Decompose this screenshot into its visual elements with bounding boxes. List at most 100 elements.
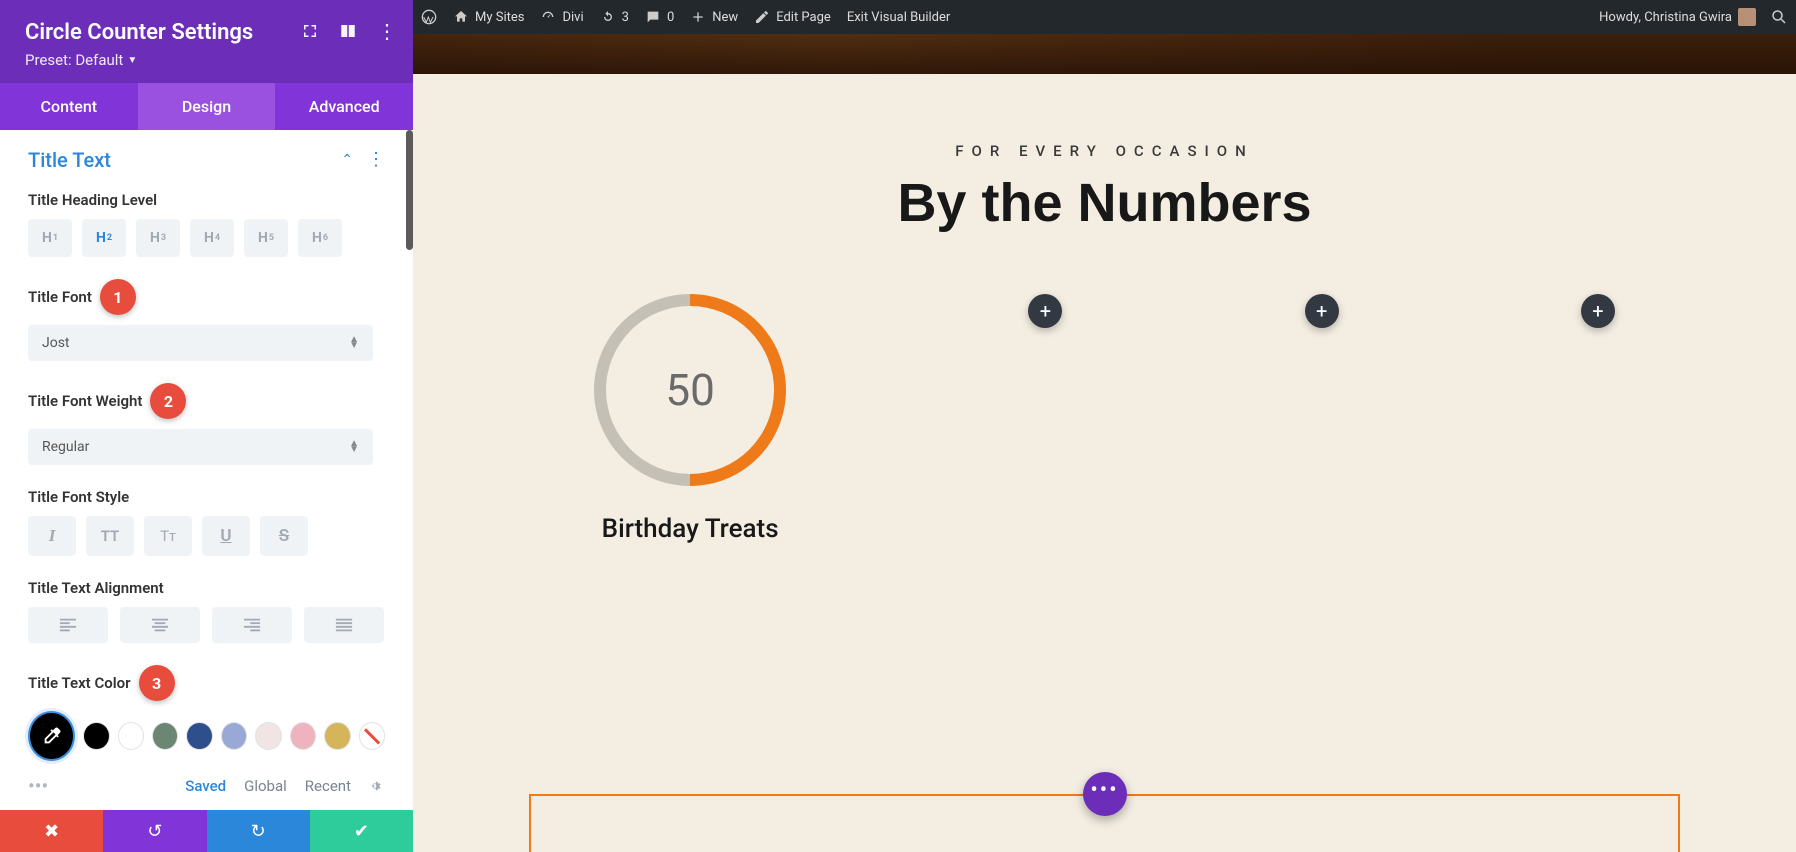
gear-icon[interactable] <box>369 778 385 794</box>
field-alignment: Title Text Alignment <box>28 578 385 643</box>
preset-row: ••• Saved Global Recent <box>0 766 413 810</box>
wp-admin-bar: My Sites Divi 3 0 New <box>413 0 1796 34</box>
section-header[interactable]: Title Text ⌃ ⋮ <box>28 148 385 172</box>
search-icon[interactable] <box>1770 8 1788 26</box>
circle-progress: 50 <box>594 294 786 486</box>
add-module-button[interactable]: + <box>1581 294 1615 328</box>
hero-strip <box>413 34 1796 74</box>
my-sites-link[interactable]: My Sites <box>453 9 524 25</box>
field-heading-level: Title Heading Level H1 H2 H3 H4 H5 H6 <box>28 190 385 257</box>
page-subhead: FOR EVERY OCCASION <box>413 142 1796 160</box>
swatch-3[interactable] <box>152 722 178 750</box>
swatch-8[interactable] <box>324 722 350 750</box>
annotation-3: 3 <box>139 665 175 701</box>
expand-icon[interactable] <box>301 22 319 40</box>
font-weight-select[interactable]: Regular ▲▼ <box>28 429 373 465</box>
field-font-style: Title Font Style I TT Tᴛ U S <box>28 487 385 556</box>
eyedropper-icon <box>41 725 63 747</box>
align-left[interactable] <box>28 607 108 643</box>
kebab-menu-icon[interactable]: ⋮ <box>377 22 397 40</box>
heading-h5[interactable]: H5 <box>244 219 288 257</box>
page-content: FOR EVERY OCCASION By the Numbers 50 Bir… <box>413 90 1796 852</box>
updates-link[interactable]: 3 <box>600 9 629 25</box>
tab-design[interactable]: Design <box>138 83 276 130</box>
align-right[interactable] <box>212 607 292 643</box>
heading-h6[interactable]: H6 <box>298 219 342 257</box>
panel-header: Circle Counter Settings Preset: Default … <box>0 0 413 83</box>
style-smallcaps[interactable]: Tᴛ <box>144 516 192 556</box>
wordpress-icon[interactable] <box>421 9 437 25</box>
swatch-4[interactable] <box>186 722 212 750</box>
preset-recent[interactable]: Recent <box>305 777 351 795</box>
swatch-none[interactable] <box>359 722 385 750</box>
align-center[interactable] <box>120 607 200 643</box>
label-font-style: Title Font Style <box>28 488 129 506</box>
select-arrows-icon: ▲▼ <box>349 337 359 349</box>
page-headline: By the Numbers <box>413 172 1796 234</box>
action-bar: ✖ ↺ ↻ ✔ <box>0 810 413 852</box>
tab-advanced[interactable]: Advanced <box>275 83 413 130</box>
home-icon <box>453 9 469 25</box>
font-weight-value: Regular <box>42 439 89 455</box>
divi-link[interactable]: Divi <box>540 9 583 25</box>
heading-h1[interactable]: H1 <box>28 219 72 257</box>
swatch-7[interactable] <box>290 722 316 750</box>
section-outline[interactable]: ••• <box>529 794 1680 852</box>
color-swatches <box>28 711 385 761</box>
heading-h2[interactable]: H2 <box>82 219 126 257</box>
exit-vb-link[interactable]: Exit Visual Builder <box>847 10 950 25</box>
counter-add-2: + <box>1028 294 1062 544</box>
heading-h3[interactable]: H3 <box>136 219 180 257</box>
preset-global[interactable]: Global <box>244 777 287 795</box>
scrollbar[interactable] <box>406 130 413 250</box>
collapse-icon[interactable]: ⌃ <box>341 152 353 168</box>
columns-icon[interactable] <box>339 22 357 40</box>
style-uppercase[interactable]: TT <box>86 516 134 556</box>
redo-button[interactable]: ↻ <box>207 810 310 852</box>
save-button[interactable]: ✔ <box>310 810 413 852</box>
cancel-button[interactable]: ✖ <box>0 810 103 852</box>
counter-1[interactable]: 50 Birthday Treats <box>594 294 786 544</box>
edit-page-link[interactable]: Edit Page <box>754 9 831 25</box>
counter-row: 50 Birthday Treats + + + <box>413 294 1796 544</box>
tab-content[interactable]: Content <box>0 83 138 130</box>
undo-button[interactable]: ↺ <box>103 810 206 852</box>
chevron-down-icon: ▼ <box>127 55 137 66</box>
swatch-1[interactable] <box>83 722 109 750</box>
heading-h4[interactable]: H4 <box>190 219 234 257</box>
font-style-group: I TT Tᴛ U S <box>28 516 385 556</box>
preset-selector[interactable]: Preset: Default ▼ <box>25 51 137 69</box>
section-menu-icon[interactable]: ⋮ <box>367 151 385 169</box>
comments-link[interactable]: 0 <box>645 9 674 25</box>
alignment-group <box>28 607 385 643</box>
add-module-button[interactable]: + <box>1305 294 1339 328</box>
new-link[interactable]: New <box>690 9 738 25</box>
header-actions: ⋮ <box>301 22 397 40</box>
panel-body: Title Text ⌃ ⋮ Title Heading Level H1 H2… <box>0 130 413 766</box>
swatch-6[interactable] <box>255 722 281 750</box>
add-module-button[interactable]: + <box>1028 294 1062 328</box>
preset-saved[interactable]: Saved <box>185 777 226 795</box>
color-picker-button[interactable] <box>28 711 75 761</box>
panel-tabs: Content Design Advanced <box>0 83 413 130</box>
annotation-2: 2 <box>150 383 186 419</box>
counter-add-3: + <box>1305 294 1339 544</box>
field-text-color: Title Text Color 3 <box>28 665 385 761</box>
font-select[interactable]: Jost ▲▼ <box>28 325 373 361</box>
style-italic[interactable]: I <box>28 516 76 556</box>
swatch-5[interactable] <box>221 722 247 750</box>
howdy-user[interactable]: Howdy, Christina Gwira <box>1599 8 1756 26</box>
field-title-font: Title Font 1 Jost ▲▼ <box>28 279 385 361</box>
style-underline[interactable]: U <box>202 516 250 556</box>
section-title: Title Text <box>28 148 111 172</box>
label-title-font: Title Font 1 <box>28 279 136 315</box>
label-alignment: Title Text Alignment <box>28 579 164 597</box>
swatch-2[interactable] <box>118 722 144 750</box>
field-font-weight: Title Font Weight 2 Regular ▲▼ <box>28 383 385 465</box>
style-strike[interactable]: S <box>260 516 308 556</box>
section-menu-fab[interactable]: ••• <box>1083 772 1127 816</box>
counter-value: 50 <box>606 306 774 474</box>
more-dots-icon[interactable]: ••• <box>28 774 48 798</box>
align-justify[interactable] <box>304 607 384 643</box>
annotation-1: 1 <box>100 279 136 315</box>
